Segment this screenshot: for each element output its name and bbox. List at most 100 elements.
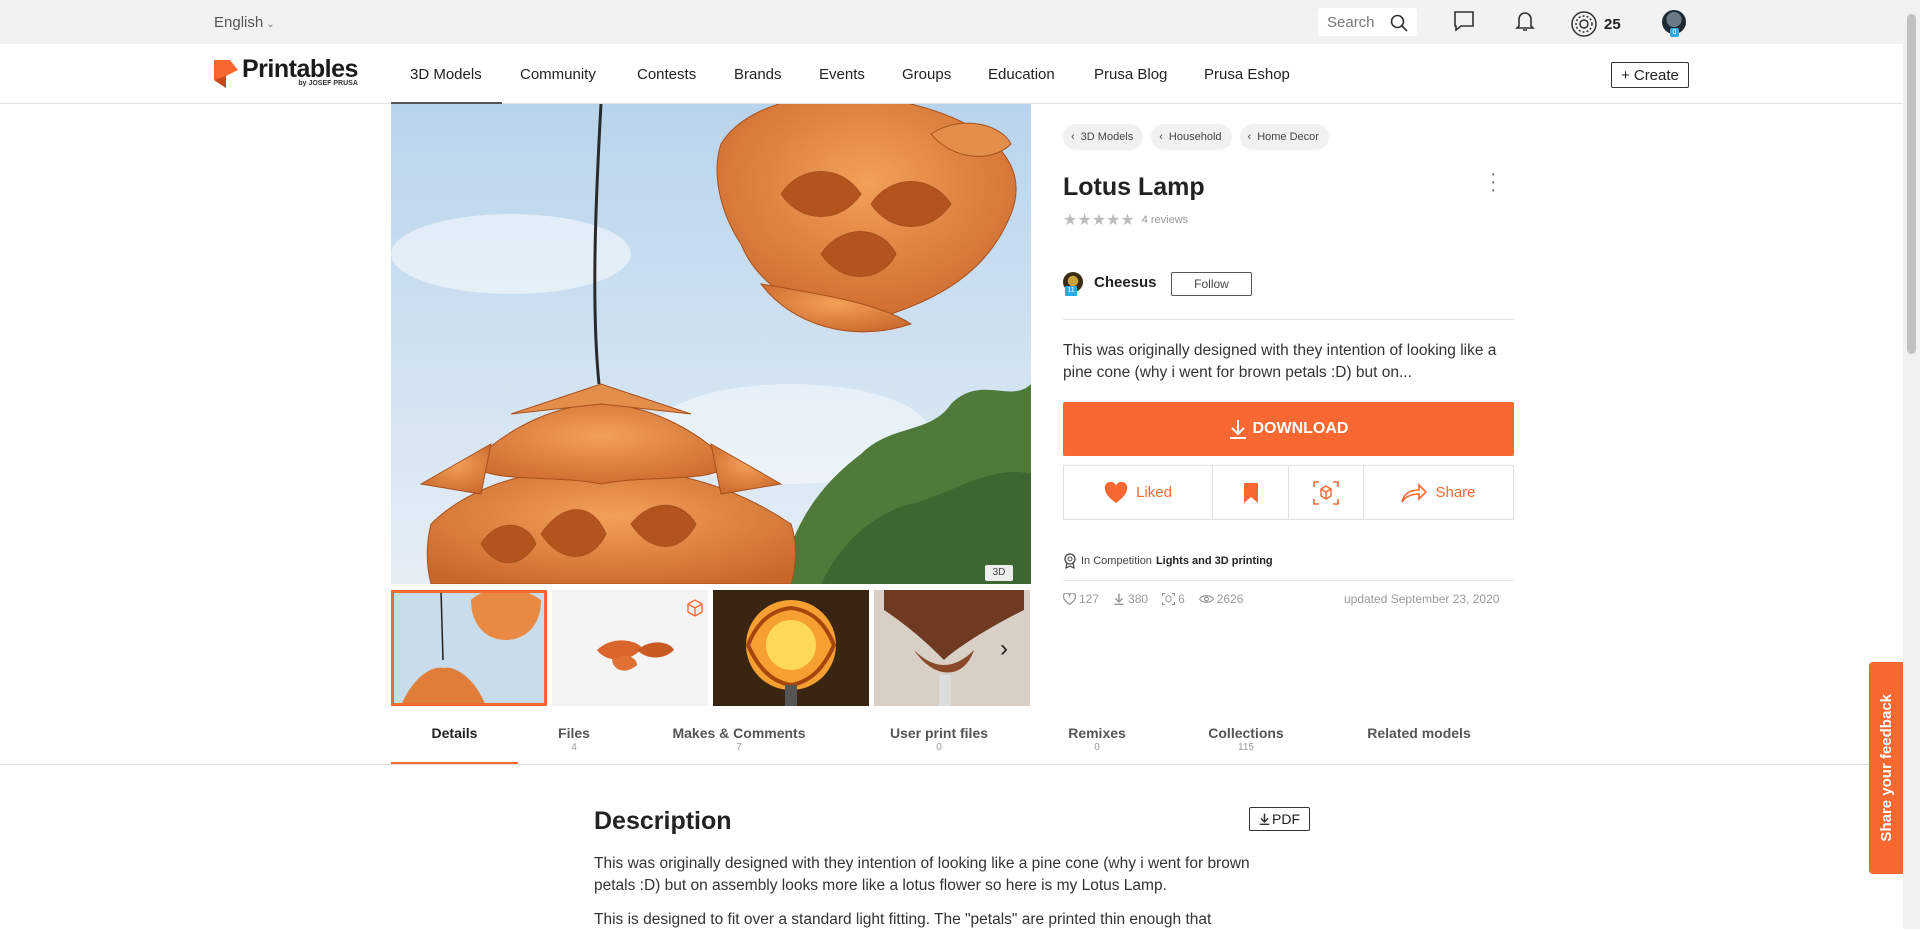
download-icon xyxy=(1259,813,1270,825)
model-actions: Liked Share xyxy=(1063,465,1514,520)
breadcrumb-label: Household xyxy=(1168,131,1222,143)
tab-label: User print files xyxy=(889,725,989,741)
heart-outline-icon xyxy=(1063,593,1076,605)
nav-groups[interactable]: Groups xyxy=(902,66,951,83)
nav-contests[interactable]: Contests xyxy=(637,66,696,83)
tab-files[interactable]: Files 4 xyxy=(540,725,608,753)
thumbnail-1[interactable] xyxy=(391,590,547,706)
logo-text: Printables xyxy=(242,55,358,83)
nav-prusa-eshop[interactable]: Prusa Eshop xyxy=(1204,66,1290,83)
reviews-count[interactable]: 4 reviews xyxy=(1142,214,1188,226)
competition-name[interactable]: Lights and 3D printing xyxy=(1156,555,1273,567)
chevron-left-icon: ‹ xyxy=(1071,131,1075,143)
tab-label: Related models xyxy=(1367,725,1471,741)
lotus-lamp-photo xyxy=(391,104,1031,584)
active-tab-indicator xyxy=(391,762,518,764)
download-button[interactable]: DOWNLOAD xyxy=(1063,402,1514,456)
like-button[interactable]: Liked xyxy=(1064,466,1213,519)
tab-label: Files xyxy=(558,725,590,741)
printables-logo[interactable]: Printables by JOSEF PRUSA xyxy=(214,56,358,92)
chevron-down-icon: ⌄ xyxy=(266,19,275,30)
share-button[interactable]: Share xyxy=(1364,466,1513,519)
feedback-label: Share your feedback xyxy=(1877,694,1895,842)
follow-button[interactable]: Follow xyxy=(1171,272,1252,296)
breadcrumb-home-decor[interactable]: ‹ Home Decor xyxy=(1239,124,1329,150)
feedback-button[interactable]: Share your feedback xyxy=(1869,662,1903,874)
tab-remixes[interactable]: Remixes 0 xyxy=(1052,725,1142,753)
tab-count: 115 xyxy=(1238,742,1254,753)
scrollbar-thumb[interactable] xyxy=(1907,14,1916,354)
nav-events[interactable]: Events xyxy=(819,66,865,83)
nav-prusa-blog[interactable]: Prusa Blog xyxy=(1094,66,1167,83)
create-button[interactable]: + Create xyxy=(1611,62,1689,88)
thumbnail-2[interactable] xyxy=(552,590,708,706)
search-placeholder: Search xyxy=(1327,13,1375,31)
prusameter-icon xyxy=(1571,11,1597,37)
breadcrumb-label: 3D Models xyxy=(1080,131,1134,143)
tab-label: Collections xyxy=(1208,725,1284,741)
tab-collections[interactable]: Collections 115 xyxy=(1196,725,1296,753)
top-bar: English ⌄ Search 25 0 xyxy=(0,0,1903,44)
tab-related-models[interactable]: Related models xyxy=(1356,725,1482,742)
bookmark-icon xyxy=(1243,482,1258,503)
author-avatar[interactable]: 11 xyxy=(1063,272,1083,296)
pdf-button[interactable]: PDF xyxy=(1249,807,1310,831)
star-icon: ★ xyxy=(1077,212,1092,229)
updated-date: updated September 23, 2020 xyxy=(1344,592,1500,606)
eye-icon xyxy=(1198,595,1214,603)
points-value: 25 xyxy=(1604,15,1621,33)
star-icon: ★ xyxy=(1063,212,1078,229)
create-label: Create xyxy=(1633,66,1679,84)
author-name[interactable]: Cheesus xyxy=(1094,274,1157,291)
thumbnail-3[interactable] xyxy=(713,590,869,706)
tab-count: 7 xyxy=(736,742,742,753)
download-icon xyxy=(1229,420,1246,439)
competition-info[interactable]: In Competition Lights and 3D printing xyxy=(1063,553,1273,569)
likes-stat: 127 xyxy=(1063,592,1099,606)
tab-label: Makes & Comments xyxy=(672,725,806,741)
avatar-level-badge: 0 xyxy=(1670,28,1679,37)
rating-stars[interactable]: ★ ★ ★ ★ ★ 4 reviews xyxy=(1063,210,1188,230)
breadcrumb: ‹ 3D Models ‹ Household ‹ Home Decor xyxy=(1063,124,1329,150)
messages-icon[interactable] xyxy=(1452,9,1476,33)
nav-education[interactable]: Education xyxy=(988,66,1055,83)
liked-label: Liked xyxy=(1136,484,1172,501)
medal-icon xyxy=(1064,553,1076,569)
star-icon: ★ xyxy=(1120,212,1135,229)
model-summary: This was originally designed with they i… xyxy=(1063,342,1497,381)
breadcrumb-household[interactable]: ‹ Household xyxy=(1151,124,1232,150)
3d-view-badge[interactable]: 3D xyxy=(985,565,1013,581)
makes-stat: 6 xyxy=(1162,592,1185,606)
chevron-left-icon: ‹ xyxy=(1159,131,1163,143)
nav-community[interactable]: Community xyxy=(520,66,596,83)
share-label: Share xyxy=(1435,484,1476,501)
tab-label: Details xyxy=(431,725,478,741)
nav-3d-models[interactable]: 3D Models xyxy=(410,66,482,83)
competition-prefix: In Competition xyxy=(1081,555,1152,567)
download-label: DOWNLOAD xyxy=(1252,420,1349,437)
tab-count: 0 xyxy=(1094,742,1100,753)
plus-icon: + xyxy=(1621,66,1630,84)
search-input[interactable]: Search xyxy=(1318,8,1417,36)
bookmark-button[interactable] xyxy=(1213,466,1289,519)
page-scrollbar[interactable] xyxy=(1903,0,1920,929)
search-icon[interactable] xyxy=(1390,14,1408,32)
language-selector[interactable]: English ⌄ xyxy=(214,14,275,31)
breadcrumb-label: Home Decor xyxy=(1257,131,1319,143)
tab-label: Remixes xyxy=(1068,725,1126,741)
bell-icon[interactable] xyxy=(1513,9,1537,33)
points-counter[interactable]: 25 xyxy=(1570,10,1621,38)
tab-makes-comments[interactable]: Makes & Comments 7 xyxy=(650,725,828,753)
user-avatar[interactable]: 0 xyxy=(1662,10,1686,37)
author-info[interactable]: 11 Cheesus xyxy=(1063,272,1157,296)
download-small-icon xyxy=(1114,593,1124,605)
pdf-label: PDF xyxy=(1272,811,1300,827)
nav-brands[interactable]: Brands xyxy=(734,66,782,83)
tab-user-print-files[interactable]: User print files 0 xyxy=(870,725,1008,753)
more-options-icon[interactable]: · · · xyxy=(1490,164,1497,200)
breadcrumb-3d-models[interactable]: ‹ 3D Models xyxy=(1063,124,1144,150)
3d-preview-button[interactable] xyxy=(1289,466,1364,519)
gallery-next-arrow[interactable]: › xyxy=(1000,635,1008,663)
tab-details[interactable]: Details xyxy=(391,725,518,742)
main-model-image[interactable] xyxy=(391,104,1031,584)
